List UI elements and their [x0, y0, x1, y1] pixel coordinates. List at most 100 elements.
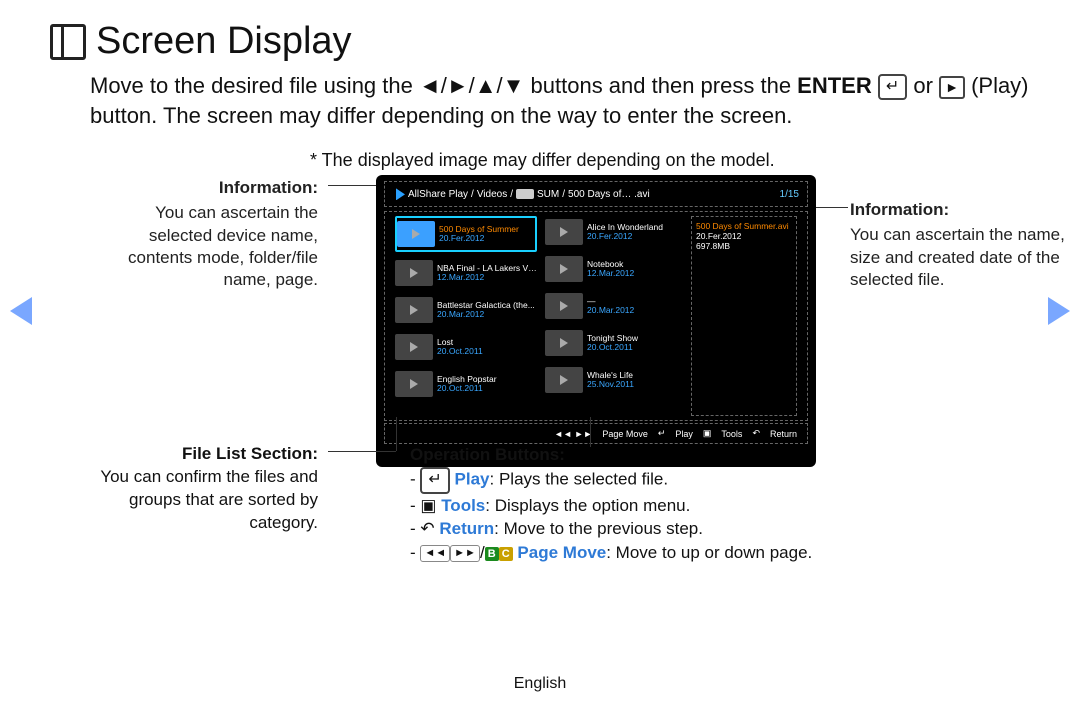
file-date: 20.Oct.2011 [437, 384, 497, 393]
callout-left-head: Information: [100, 177, 318, 199]
file-list-body: You can confirm the files and groups tha… [100, 467, 318, 532]
lead-line [396, 417, 397, 451]
op-play-text: : Plays the selected file. [490, 470, 669, 489]
video-thumb-icon [545, 219, 583, 245]
op-page-key: Page Move [517, 543, 606, 562]
file-col-b: Alice In Wonderland20.Fer.2012 Notebook1… [545, 216, 679, 416]
file-item[interactable]: Whale's Life25.Nov.2011 [545, 364, 679, 396]
file-date: 20.Oct.2011 [587, 343, 638, 352]
crumb-file: 500 Days of… .avi [568, 189, 650, 200]
op-tools-text: : Displays the option menu. [485, 496, 690, 515]
file-item[interactable]: Battlestar Galactica (the...20.Mar.2012 [395, 294, 537, 326]
video-thumb-icon [397, 221, 435, 247]
instr-or: or [913, 73, 939, 98]
operation-buttons-desc: Operation Buttons: - ↵ Play: Plays the s… [410, 443, 1010, 565]
video-thumb-icon [545, 293, 583, 319]
tools-icon: ▣ [420, 496, 436, 515]
enter-icon: ↵ [420, 467, 449, 493]
return-icon: ↶ [752, 428, 760, 439]
title-text: Screen Display [96, 20, 352, 63]
file-item-selected[interactable]: 500 Days of Summer20.Fer.2012 [395, 216, 537, 252]
file-info-panel: 500 Days of Summer.avi 20.Fer.2012 697.8… [691, 216, 797, 416]
op-return-key: Return [439, 519, 494, 538]
lead-line [810, 207, 848, 208]
section-title: Screen Display [50, 20, 1030, 63]
callout-file-list: File List Section: You can confirm the f… [80, 443, 318, 535]
video-thumb-icon [395, 260, 433, 286]
rewind-ff-icon: ◄◄ ►► [554, 429, 592, 439]
enter-icon: ↵ [878, 74, 907, 100]
instr-lead: Move to the desired file using the [90, 73, 419, 98]
tools-icon: ▣ [703, 428, 712, 439]
file-date: 20.Fer.2012 [439, 234, 519, 243]
file-date: 12.Mar.2012 [587, 269, 634, 278]
model-note: * The displayed image may differ dependi… [310, 150, 1030, 171]
callout-left-info: Information: You can ascertain the selec… [100, 177, 318, 290]
arrow-keys-text: ◄/►/▲/▼ [419, 73, 524, 98]
video-thumb-icon [395, 297, 433, 323]
prev-page-arrow-icon[interactable] [10, 297, 32, 325]
callout-right-head: Information: [850, 199, 1070, 221]
callout-left-body: You can ascertain the selected device na… [128, 203, 318, 288]
lead-line [328, 451, 396, 452]
file-list-head: File List Section: [182, 444, 318, 463]
tv-op-play: Play [675, 429, 693, 439]
file-item[interactable]: NBA Final - LA Lakers VS...12.Mar.2012 [395, 257, 537, 289]
file-grid: 500 Days of Summer20.Fer.2012 NBA Final … [384, 211, 808, 421]
op-play-key: Play [455, 470, 490, 489]
info-size: 697.8MB [696, 241, 792, 251]
file-item[interactable]: Notebook12.Mar.2012 [545, 253, 679, 285]
rewind-icon: ◄◄ [420, 545, 450, 562]
crumb-app: AllShare Play [408, 189, 468, 200]
file-date: 20.Mar.2012 [587, 306, 634, 315]
book-icon [50, 24, 86, 60]
ops-head: Operation Buttons: [410, 445, 565, 464]
video-thumb-icon [545, 367, 583, 393]
callout-right-body: You can ascertain the name, size and cre… [850, 225, 1065, 288]
tv-op-tools: Tools [721, 429, 742, 439]
enter-label: ENTER [797, 73, 872, 98]
tv-op-return: Return [770, 429, 797, 439]
file-date: 20.Fer.2012 [587, 232, 663, 241]
green-b-button-icon: B [485, 547, 499, 561]
tv-op-pagemove: Page Move [602, 429, 648, 439]
file-item[interactable]: Lost20.Oct.2011 [395, 331, 537, 363]
tv-screen-mock: AllShare Play / Videos / SUM / 500 Days … [378, 177, 814, 465]
file-item[interactable]: Alice In Wonderland20.Fer.2012 [545, 216, 679, 248]
info-date: 20.Fer.2012 [696, 231, 792, 241]
next-page-arrow-icon[interactable] [1048, 297, 1070, 325]
crumb-section: Videos [477, 189, 507, 200]
yellow-c-button-icon: C [499, 547, 513, 561]
return-icon: ↶ [420, 519, 434, 538]
forward-icon: ►► [450, 545, 480, 562]
enter-icon: ↵ [658, 428, 666, 439]
file-col-a: 500 Days of Summer20.Fer.2012 NBA Final … [395, 216, 537, 416]
file-item[interactable]: English Popstar20.Oct.2011 [395, 368, 537, 400]
usb-device-icon [516, 189, 534, 199]
play-key-icon: ► [939, 76, 965, 99]
file-item[interactable]: —20.Mar.2012 [545, 290, 679, 322]
file-date: 25.Nov.2011 [587, 380, 634, 389]
instr-after: buttons and then press the [531, 73, 798, 98]
op-page-text: : Move to up or down page. [606, 543, 812, 562]
info-title: 500 Days of Summer.avi [696, 221, 792, 231]
tv-ops-bar: ◄◄ ►► Page Move ↵ Play ▣ Tools ↶ Return [384, 423, 808, 444]
file-date: 20.Mar.2012 [437, 310, 535, 319]
video-thumb-icon [545, 256, 583, 282]
page-indicator: 1/15 [780, 189, 799, 200]
page-language-footer: English [0, 675, 1080, 693]
file-item[interactable]: Tonight Show20.Oct.2011 [545, 327, 679, 359]
file-date: 20.Oct.2011 [437, 347, 483, 356]
op-return-text: : Move to the previous step. [494, 519, 703, 538]
lead-line [590, 417, 591, 447]
video-thumb-icon [395, 371, 433, 397]
crumb-device: SUM [537, 189, 559, 200]
file-date: 12.Mar.2012 [437, 273, 537, 282]
play-service-icon [393, 188, 405, 200]
lead-line [328, 185, 378, 186]
callout-right-info: Information: You can ascertain the name,… [850, 199, 1070, 290]
video-thumb-icon [545, 330, 583, 356]
op-tools-key: Tools [441, 496, 485, 515]
illustration-area: Information: You can ascertain the selec… [50, 177, 1030, 487]
instruction-paragraph: Move to the desired file using the ◄/►/▲… [90, 71, 1030, 130]
